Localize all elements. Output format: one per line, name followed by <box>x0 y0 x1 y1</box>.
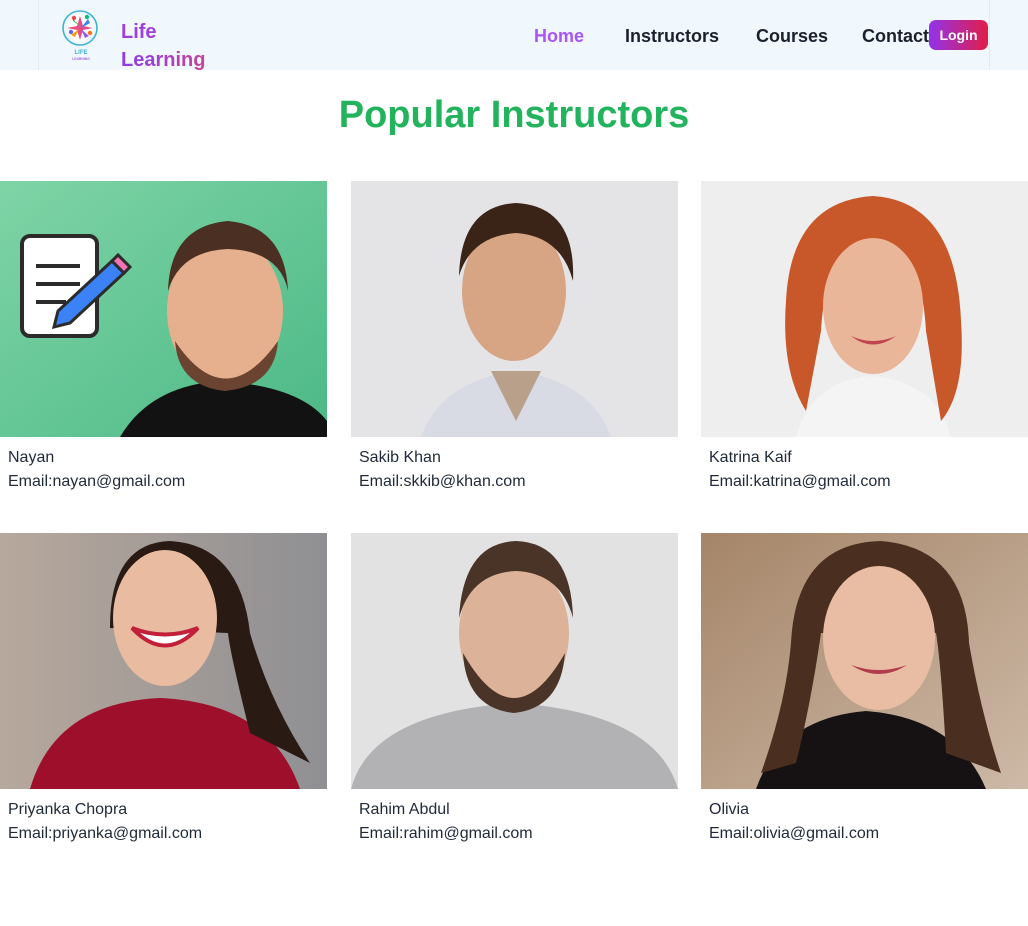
instructor-photo <box>0 181 327 437</box>
email-prefix: Email: <box>359 473 404 490</box>
brand-line-1: Life <box>121 21 157 43</box>
brand-logo-link[interactable]: LIFE LEARNING Life Learning <box>59 8 229 71</box>
email-address: skkib@khan.com <box>403 473 526 490</box>
email-address: priyanka@gmail.com <box>52 825 203 842</box>
nav-link-contact[interactable]: Contact <box>862 22 929 50</box>
nav-link-courses[interactable]: Courses <box>756 22 828 50</box>
instructor-photo <box>0 533 327 789</box>
login-button[interactable]: Login <box>929 20 988 50</box>
instructor-card: Nayan Email:nayan@gmail.com <box>0 181 327 501</box>
page-title: Popular Instructors <box>338 94 690 136</box>
instructor-name: Rahim Abdul <box>359 801 450 818</box>
svg-text:LIFE: LIFE <box>75 50 88 56</box>
instructor-email: Email:skkib@khan.com <box>359 471 526 493</box>
instructor-card: Katrina Kaif Email:katrina@gmail.com <box>701 181 1028 501</box>
email-address: nayan@gmail.com <box>52 473 186 490</box>
instructor-email: Email:olivia@gmail.com <box>709 823 879 845</box>
brand-name: Life Learning <box>121 18 231 74</box>
email-address: katrina@gmail.com <box>753 473 891 490</box>
instructor-photo <box>701 533 1028 789</box>
navbar-inner: LIFE LEARNING Life Learning Home Instruc… <box>38 0 990 71</box>
instructor-card: Sakib Khan Email:skkib@khan.com <box>351 181 678 501</box>
email-address: olivia@gmail.com <box>753 825 880 842</box>
instructor-card: Olivia Email:olivia@gmail.com <box>701 533 1028 853</box>
instructor-name: Katrina Kaif <box>709 449 792 466</box>
email-prefix: Email: <box>359 825 404 842</box>
instructor-email: Email:nayan@gmail.com <box>8 471 185 493</box>
instructor-photo <box>351 181 678 437</box>
instructor-card: Rahim Abdul Email:rahim@gmail.com <box>351 533 678 853</box>
navbar: LIFE LEARNING Life Learning Home Instruc… <box>0 0 1028 71</box>
instructor-email: Email:katrina@gmail.com <box>709 471 891 493</box>
email-prefix: Email: <box>8 473 53 490</box>
svg-text:LEARNING: LEARNING <box>72 57 90 61</box>
email-prefix: Email: <box>709 473 754 490</box>
email-prefix: Email: <box>709 825 754 842</box>
instructor-email: Email:priyanka@gmail.com <box>8 823 202 845</box>
instructor-email: Email:rahim@gmail.com <box>359 823 533 845</box>
email-prefix: Email: <box>8 825 53 842</box>
instructor-name: Nayan <box>8 449 55 466</box>
nav-link-home[interactable]: Home <box>534 22 584 50</box>
instructor-card: Priyanka Chopra Email:priyanka@gmail.com <box>0 533 327 853</box>
life-learning-logo-icon: LIFE LEARNING <box>62 10 98 61</box>
instructor-name: Olivia <box>709 801 750 818</box>
nav-link-instructors[interactable]: Instructors <box>625 22 719 50</box>
instructor-name: Sakib Khan <box>359 449 441 466</box>
email-address: rahim@gmail.com <box>403 825 533 842</box>
brand-line-2: Learning <box>121 46 231 74</box>
instructor-name: Priyanka Chopra <box>8 801 128 818</box>
instructor-photo <box>351 533 678 789</box>
instructor-photo <box>701 181 1028 437</box>
